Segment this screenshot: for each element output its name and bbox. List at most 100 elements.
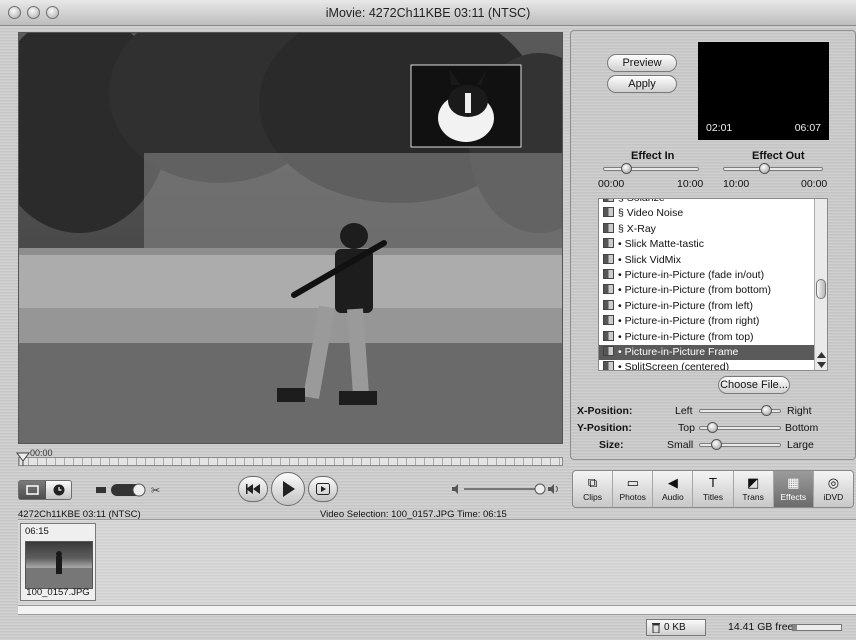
effect-label: • Slick Matte-tastic xyxy=(618,238,704,251)
size-knob[interactable] xyxy=(711,439,722,450)
size-label: Size: xyxy=(599,439,624,451)
scroll-down-arrow-icon[interactable] xyxy=(817,362,826,368)
title-bar: iMovie: 4272Ch11KBE 03:11 (NTSC) xyxy=(0,0,856,26)
effect-icon xyxy=(603,238,614,249)
status-bar: 0 KB 14.41 GB free xyxy=(0,616,856,640)
trash-button[interactable]: 0 KB xyxy=(646,619,706,636)
tab-idvd[interactable]: ◎ iDVD xyxy=(814,471,853,507)
effect-label: • SplitScreen (centered) xyxy=(618,361,730,371)
titles-icon: T xyxy=(709,475,717,490)
tab-effects[interactable]: ▦ Effects xyxy=(773,471,814,507)
preview-button[interactable]: Preview xyxy=(607,54,677,72)
tab-label: Effects xyxy=(780,492,807,502)
effect-label: • Picture-in-Picture (from right) xyxy=(618,315,760,328)
tab-clips[interactable]: ⧉ Clips xyxy=(573,471,614,507)
effect-preview-window: 02:01 06:07 xyxy=(698,42,829,140)
effect-label: § X-Ray xyxy=(618,222,656,235)
effect-icon xyxy=(603,284,614,295)
effects-list-item[interactable]: • Picture-in-Picture (fade in/out) xyxy=(599,268,827,283)
tab-titles[interactable]: T Titles xyxy=(693,471,734,507)
scrubber-time: 00:00 xyxy=(30,448,53,458)
effect-in-knob[interactable] xyxy=(621,163,632,174)
effects-list-item[interactable]: • Slick Matte-tastic xyxy=(599,237,827,252)
size-large-label: Large xyxy=(787,439,814,451)
tab-trans[interactable]: ◩ Trans xyxy=(734,471,774,507)
y-position-knob[interactable] xyxy=(707,422,718,433)
effect-label: • Picture-in-Picture (fade in/out) xyxy=(618,268,765,281)
rewind-button[interactable] xyxy=(238,476,268,502)
tab-photos[interactable]: ▭ Photos xyxy=(613,471,654,507)
effects-list-item[interactable]: • Picture-in-Picture (from right) xyxy=(599,314,827,329)
tab-label: iDVD xyxy=(823,492,844,502)
effects-icon: ▦ xyxy=(787,475,800,490)
video-monitor[interactable] xyxy=(18,32,563,444)
effects-list-item[interactable]: § X-Ray xyxy=(599,222,827,237)
clip-viewer-button[interactable] xyxy=(19,481,46,499)
choose-file-button[interactable]: Choose File... xyxy=(718,376,790,394)
effects-list[interactable]: § Solarize § Video Noise § X-Ray • Slick Ma… xyxy=(598,198,828,371)
effect-out-min: 10:00 xyxy=(723,178,750,190)
effects-panel: Preview Apply 02:01 06:07 Effect In Effe… xyxy=(570,30,856,460)
tab-label: Titles xyxy=(702,492,723,502)
photos-icon: ▭ xyxy=(626,475,639,490)
x-position-label: X-Position: xyxy=(577,405,633,417)
scroll-up-arrow-icon[interactable] xyxy=(817,352,826,358)
timeline-viewer-button[interactable] xyxy=(46,481,72,499)
effect-in-slider[interactable] xyxy=(603,167,699,171)
view-mode-toggle[interactable] xyxy=(18,480,72,500)
clock-icon xyxy=(53,484,65,496)
size-small-label: Small xyxy=(667,439,694,451)
effect-icon xyxy=(603,222,614,233)
effects-list-item[interactable]: § Solarize xyxy=(599,198,827,206)
effect-in-max: 10:00 xyxy=(677,178,704,190)
effect-label: • Picture-in-Picture (from bottom) xyxy=(618,284,772,297)
free-space-meter xyxy=(792,624,842,631)
effect-icon xyxy=(603,207,614,218)
effects-list-scrollbar[interactable] xyxy=(814,199,827,370)
effect-icon xyxy=(603,361,614,370)
effects-list-item[interactable]: § Video Noise xyxy=(599,206,827,221)
effect-label: • Picture-in-Picture Frame xyxy=(618,345,739,358)
tab-audio[interactable]: ◀ Audio xyxy=(653,471,694,507)
playhead-icon[interactable] xyxy=(16,452,30,466)
camera-edit-switch[interactable]: ✂ xyxy=(96,482,166,498)
clip-shelf[interactable]: 06:15 100_0157.JPG xyxy=(18,519,856,605)
y-bottom-label: Bottom xyxy=(785,422,819,434)
clip-item[interactable]: 06:15 100_0157.JPG xyxy=(20,523,96,601)
clip-viewer-icon xyxy=(26,485,39,495)
effect-label: • Picture-in-Picture (from top) xyxy=(618,330,754,343)
scroll-thumb[interactable] xyxy=(816,279,826,299)
pane-tabs: ⧉ Clips ▭ Photos ◀ Audio T Titles ◩ Trans ▦ Effects… xyxy=(572,470,854,508)
trash-icon xyxy=(652,623,660,633)
fullscreen-play-button[interactable] xyxy=(308,476,338,502)
effect-out-knob[interactable] xyxy=(759,163,770,174)
x-position-knob[interactable] xyxy=(761,405,772,416)
play-button[interactable] xyxy=(271,472,305,506)
tab-label: Audio xyxy=(661,492,684,502)
scrubber-bar[interactable]: 00:00 xyxy=(16,448,563,468)
svg-text:✂: ✂ xyxy=(151,484,160,497)
effects-list-item[interactable]: • Slick VidMix xyxy=(599,253,827,268)
volume-slider[interactable] xyxy=(452,482,564,496)
volume-low-icon xyxy=(452,484,458,494)
effect-label: • Picture-in-Picture (from left) xyxy=(618,299,753,312)
y-top-label: Top xyxy=(678,422,695,434)
play-icon xyxy=(283,481,295,497)
tab-label: Clips xyxy=(583,492,603,502)
tab-label: Trans xyxy=(742,492,764,502)
effect-label: § Solarize xyxy=(618,198,665,204)
effects-list-item[interactable]: • Picture-in-Picture (from top) xyxy=(599,330,827,345)
effect-icon xyxy=(603,315,614,326)
effect-icon xyxy=(603,268,614,279)
effect-icon xyxy=(603,299,614,310)
effects-list-item[interactable]: • Picture-in-Picture Frame xyxy=(599,344,827,361)
scrubber-track[interactable] xyxy=(18,457,563,466)
y-position-label: Y-Position: xyxy=(577,422,632,434)
effects-list-item[interactable]: • SplitScreen (centered) xyxy=(599,360,827,371)
timeline-strip[interactable] xyxy=(18,605,856,615)
effects-list-item[interactable]: • Picture-in-Picture (from bottom) xyxy=(599,283,827,298)
clip-name: 100_0157.JPG xyxy=(26,587,90,598)
effects-list-item[interactable]: • Picture-in-Picture (from left) xyxy=(599,299,827,314)
apply-button[interactable]: Apply xyxy=(607,75,677,93)
effect-out-slider[interactable] xyxy=(723,167,823,171)
